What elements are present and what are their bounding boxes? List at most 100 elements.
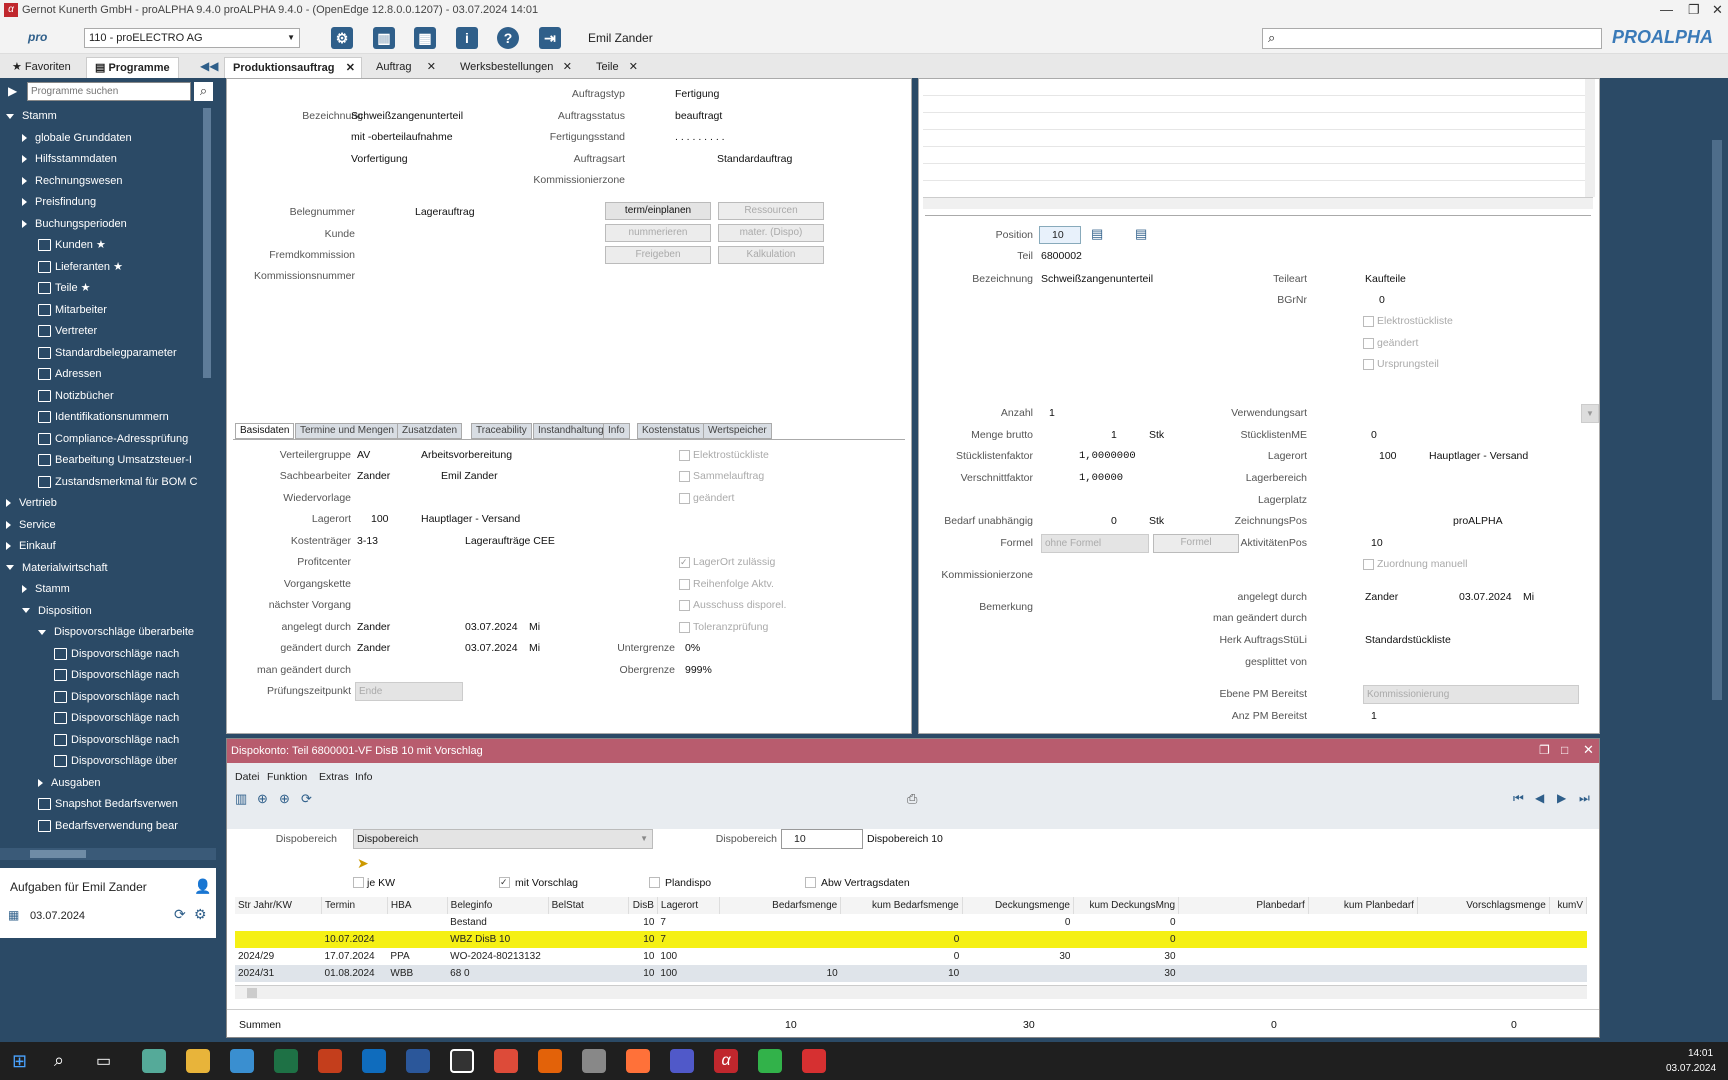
menu-info[interactable]: Info bbox=[355, 771, 373, 783]
windows-start-icon[interactable]: ⊞ bbox=[12, 1051, 27, 1072]
freigeben-button[interactable]: Freigeben bbox=[605, 246, 711, 264]
user-icon[interactable]: 👤 bbox=[194, 878, 211, 895]
close-tab-icon[interactable]: ✕ bbox=[346, 58, 355, 78]
store-icon[interactable] bbox=[230, 1049, 254, 1073]
sammel-checkbox[interactable] bbox=[679, 471, 690, 482]
gear-icon[interactable]: ⚙ bbox=[194, 906, 207, 923]
sidebar-item[interactable]: Dispovorschläge nach bbox=[54, 730, 179, 750]
sidebar-item[interactable]: Dispovorschläge nach bbox=[54, 665, 179, 685]
last-record-icon[interactable]: ⏭ bbox=[1579, 791, 1590, 806]
close-icon[interactable]: ✕ bbox=[1583, 742, 1594, 758]
sidebar-item[interactable]: Dispovorschläge über bbox=[54, 751, 177, 771]
window-layout-icon[interactable]: ▦ bbox=[414, 27, 436, 49]
formel-button[interactable]: Formel bbox=[1153, 534, 1239, 553]
abw-vertragsdaten-checkbox[interactable] bbox=[805, 877, 816, 888]
column-header[interactable]: Termin bbox=[321, 897, 388, 914]
app-icon[interactable] bbox=[582, 1049, 606, 1073]
sidebar-item[interactable]: Lieferanten ★ bbox=[38, 257, 123, 277]
sidebar-item[interactable]: globale Grunddaten bbox=[22, 128, 132, 148]
collapse-sidebar-icon[interactable]: ◀◀ bbox=[200, 59, 218, 73]
print-icon[interactable]: ⎙ bbox=[907, 791, 917, 807]
column-header[interactable]: Lagerort bbox=[657, 897, 720, 914]
doc-tab-werksbestellungen[interactable]: Werksbestellungen ✕ bbox=[452, 57, 576, 78]
mit-vorschlag-checkbox[interactable]: ✓ bbox=[499, 877, 510, 888]
reihenfolge-checkbox[interactable] bbox=[679, 579, 690, 590]
subtab[interactable]: Instandhaltung bbox=[533, 423, 609, 439]
sidebar-item[interactable]: Stamm bbox=[22, 579, 70, 599]
favorite-star-icon[interactable]: ★ bbox=[93, 239, 106, 251]
maximize-icon[interactable]: □ bbox=[1561, 743, 1568, 757]
subtab[interactable]: Basisdaten bbox=[235, 423, 295, 439]
logout-icon[interactable]: ⇥ bbox=[539, 27, 561, 49]
plandispo-checkbox[interactable] bbox=[649, 877, 660, 888]
column-header[interactable]: Vorschlagsmenge bbox=[1417, 897, 1550, 914]
column-header[interactable]: HBA bbox=[387, 897, 448, 914]
column-header[interactable]: kum DeckungsMng bbox=[1073, 897, 1180, 914]
table-row[interactable]: 2024/29 17.07.2024 PPA WO-2024-80213132 10 10… bbox=[235, 948, 1587, 965]
sidebar-item[interactable]: Preisfindung bbox=[22, 192, 96, 212]
dispobereich-select[interactable]: Dispobereich ▼ bbox=[353, 829, 653, 849]
sidebar-item[interactable]: Materialwirtschaft bbox=[6, 558, 108, 578]
search-icon[interactable]: ⌕ bbox=[54, 1050, 64, 1071]
sidebar-item[interactable]: Notizbücher bbox=[38, 386, 114, 406]
company-select[interactable]: 110 - proELECTRO AG ▼ bbox=[84, 28, 300, 48]
column-header[interactable]: Beleginfo bbox=[447, 897, 549, 914]
mater-dispo-button[interactable]: mater. (Dispo) bbox=[718, 224, 824, 242]
position-grid-hscroll[interactable] bbox=[923, 197, 1593, 209]
lagerort-zul-checkbox[interactable]: ✓ bbox=[679, 557, 690, 568]
geaendert-checkbox[interactable] bbox=[1363, 338, 1374, 349]
formel-select[interactable]: ohne Formel bbox=[1041, 534, 1149, 553]
first-record-icon[interactable]: ⏮ bbox=[1513, 791, 1524, 806]
run-icon[interactable]: ▶ bbox=[8, 84, 17, 98]
favorite-star-icon[interactable]: ★ bbox=[110, 261, 123, 273]
elektro-checkbox[interactable] bbox=[679, 450, 690, 461]
sidebar-item[interactable]: Dispovorschläge nach bbox=[54, 687, 179, 707]
sidebar-item[interactable]: Dispovorschläge nach bbox=[54, 708, 179, 728]
sidebar-item[interactable]: Adressen bbox=[38, 364, 101, 384]
sidebar-item[interactable]: Service bbox=[6, 515, 56, 535]
teams-icon[interactable] bbox=[670, 1049, 694, 1073]
sidebar-item[interactable]: Disposition bbox=[22, 601, 92, 621]
close-tab-icon[interactable]: ✕ bbox=[563, 57, 572, 77]
sidebar-item[interactable]: Dispovorschläge nach bbox=[54, 644, 179, 664]
program-search-input[interactable] bbox=[27, 82, 191, 101]
pruefungszeitpunkt-select[interactable]: Ende bbox=[355, 682, 463, 701]
tab-favoriten[interactable]: ★ Favoriten bbox=[4, 57, 79, 78]
sidebar-scrollbar[interactable] bbox=[203, 108, 211, 378]
panel-layout-icon[interactable]: ▥ bbox=[373, 27, 395, 49]
ursprung-checkbox[interactable] bbox=[1363, 359, 1374, 370]
menu-extras[interactable]: Extras bbox=[319, 771, 349, 783]
sidebar-item[interactable]: Bearbeitung Umsatzsteuer-I bbox=[38, 450, 192, 470]
proalpha-icon[interactable]: α bbox=[714, 1049, 738, 1073]
excel-icon[interactable] bbox=[274, 1049, 298, 1073]
subtab[interactable]: Traceability bbox=[471, 423, 532, 439]
word-icon[interactable] bbox=[406, 1049, 430, 1073]
sidebar-item[interactable]: Bedarfsverwendung bear bbox=[38, 816, 178, 836]
column-header[interactable]: kumV bbox=[1549, 897, 1587, 914]
sidebar-item[interactable]: Stamm bbox=[6, 106, 57, 126]
sidebar-item[interactable]: Kunden ★ bbox=[38, 235, 106, 255]
toleranz-checkbox[interactable] bbox=[679, 622, 690, 633]
chrome-icon[interactable] bbox=[494, 1049, 518, 1073]
settings-gear-icon[interactable]: ⚙ bbox=[331, 27, 353, 49]
menu-datei[interactable]: Datei bbox=[235, 771, 260, 783]
app-icon[interactable] bbox=[802, 1049, 826, 1073]
sidebar-item[interactable]: Compliance-Adressprüfung bbox=[38, 429, 188, 449]
prev-record-icon[interactable]: ◀ bbox=[1535, 791, 1544, 805]
dispobereich-input[interactable]: 10 bbox=[781, 829, 863, 849]
subtab[interactable]: Info bbox=[603, 423, 630, 439]
table-row[interactable]: 10.07.2024 WBZ DisB 10 10 7 0 0 bbox=[235, 931, 1587, 948]
info-icon[interactable]: i bbox=[456, 27, 478, 49]
tab-programme[interactable]: ▤ Programme bbox=[86, 57, 179, 78]
refresh-icon[interactable]: ⟳ bbox=[301, 791, 312, 807]
app-icon[interactable] bbox=[142, 1049, 166, 1073]
subtab[interactable]: Termine und Mengen bbox=[295, 423, 399, 439]
restore-icon[interactable]: ❐ bbox=[1539, 743, 1550, 757]
subtab[interactable]: Wertspeicher bbox=[703, 423, 772, 439]
sidebar-item[interactable]: Einkauf bbox=[6, 536, 56, 556]
kalkulation-button[interactable]: Kalkulation bbox=[718, 246, 824, 264]
doc-tab-teile[interactable]: Teile ✕ bbox=[588, 57, 640, 78]
sidebar-item[interactable]: Vertrieb bbox=[6, 493, 57, 513]
app-icon[interactable] bbox=[758, 1049, 782, 1073]
table-row[interactable]: Bestand 10 7 0 0 bbox=[235, 914, 1587, 931]
